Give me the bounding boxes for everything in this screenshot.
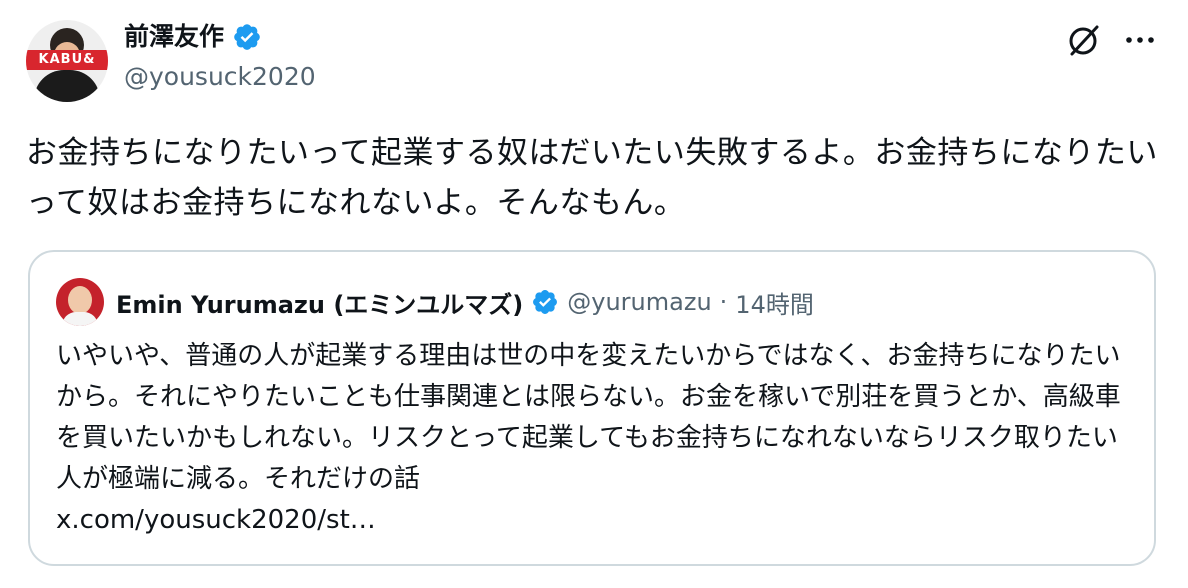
quote-tweet-card[interactable]: Emin Yurumazu (エミンユルマズ) @yurumazu · 14時間… xyxy=(28,250,1156,566)
grok-icon xyxy=(1069,25,1099,56)
more-icon xyxy=(1126,37,1154,43)
quote-author-handle[interactable]: @yurumazu xyxy=(567,288,711,316)
quote-author-avatar[interactable] xyxy=(56,278,104,326)
quote-author-name[interactable]: Emin Yurumazu (エミンユルマズ) xyxy=(116,285,523,320)
quote-avatar-face xyxy=(68,286,92,314)
author-name-row[interactable]: 前澤友作 xyxy=(124,20,262,54)
quote-header: Emin Yurumazu (エミンユルマズ) @yurumazu · 14時間 xyxy=(116,284,814,320)
verified-badge-icon xyxy=(234,24,260,50)
tweet-text: お金持ちになりたいって起業する奴はだいたい失敗するよ。お金持ちになりたいって奴は… xyxy=(26,135,1158,221)
avatar-banner-text: KABU& xyxy=(38,52,96,67)
quote-timestamp[interactable]: 14時間 xyxy=(735,285,814,320)
quote-separator: · xyxy=(719,288,728,316)
more-button[interactable] xyxy=(1120,20,1160,60)
author-name[interactable]: 前澤友作 xyxy=(124,20,224,54)
quote-body: いやいや、普通の人が起業する理由は世の中を変えたいからではなく、お金持ちになりた… xyxy=(56,336,1136,541)
quote-avatar-shirt xyxy=(62,312,98,326)
quote-verified-badge-icon xyxy=(533,290,558,314)
quote-link[interactable]: x.com/yousuck2020/st… xyxy=(56,500,1136,541)
author-avatar[interactable]: KABU& xyxy=(26,20,108,102)
quote-text: いやいや、普通の人が起業する理由は世の中を変えたいからではなく、お金持ちになりた… xyxy=(56,341,1121,494)
avatar-body xyxy=(34,70,100,102)
author-handle[interactable]: @yousuck2020 xyxy=(124,60,316,94)
grok-button[interactable] xyxy=(1064,20,1104,60)
